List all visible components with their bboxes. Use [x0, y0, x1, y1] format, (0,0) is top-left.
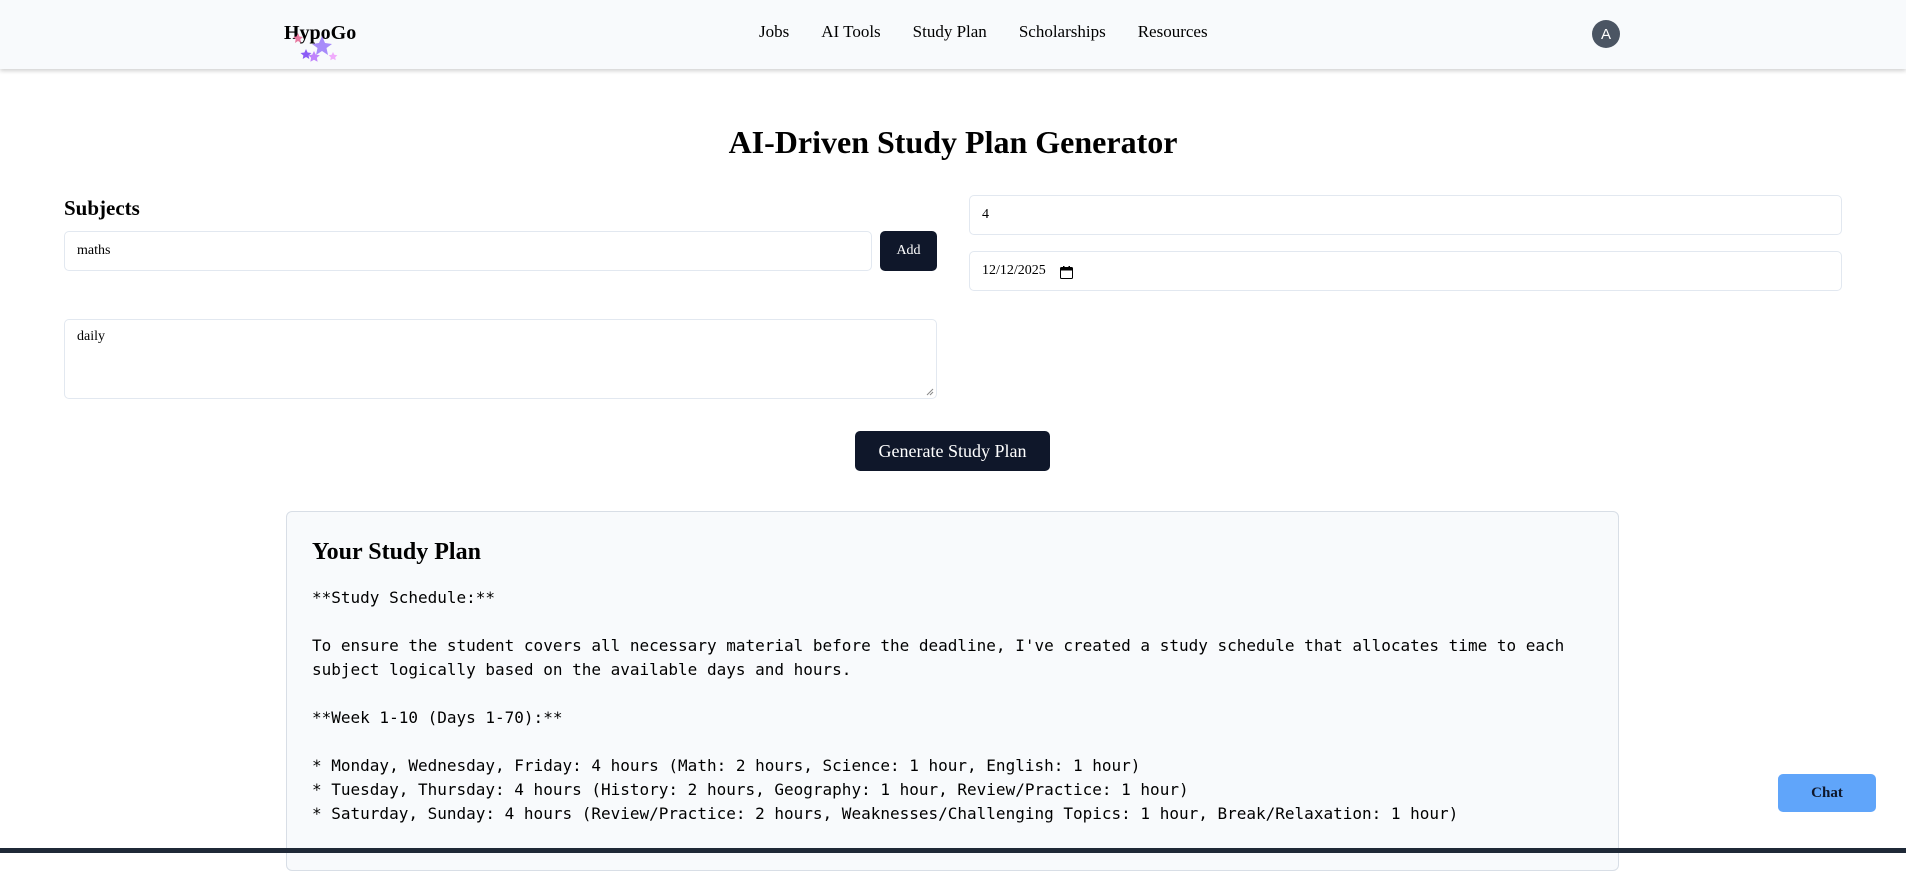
plan-line: * Saturday, Sunday: 4 hours (Review/Prac…	[312, 804, 1459, 823]
main-nav: Jobs AI Tools Study Plan Scholarships Re…	[759, 22, 1208, 42]
hours-input-value: 4	[982, 207, 989, 222]
nav-resources[interactable]: Resources	[1138, 22, 1208, 42]
notes-textarea[interactable]: daily	[64, 319, 937, 399]
nav-study-plan[interactable]: Study Plan	[913, 22, 987, 42]
plan-line: * Monday, Wednesday, Friday: 4 hours (Ma…	[312, 756, 1141, 775]
logo[interactable]: HypoGo	[284, 20, 374, 64]
deadline-date-input[interactable]: 12/12/2025	[969, 251, 1842, 291]
plan-line	[312, 730, 1564, 754]
generate-study-plan-button[interactable]: Generate Study Plan	[855, 431, 1050, 471]
user-avatar[interactable]: A	[1592, 20, 1620, 48]
subjects-heading: Subjects	[64, 196, 140, 220]
study-plan-card: Your Study Plan **Study Schedule:** To e…	[286, 511, 1619, 871]
nav-ai-tools[interactable]: AI Tools	[821, 22, 880, 42]
plan-line: **Week 1-10 (Days 1-70):**	[312, 708, 563, 727]
date-input-value: 12/12/2025	[982, 263, 1046, 278]
stars-icon	[293, 33, 338, 62]
chat-button[interactable]: Chat	[1778, 774, 1876, 812]
resize-handle-icon[interactable]	[926, 388, 934, 396]
plan-line: subject logically based on the available…	[312, 660, 852, 679]
plan-line: To ensure the student covers all necessa…	[312, 636, 1565, 655]
subject-input[interactable]: maths	[64, 231, 872, 271]
bottom-bar	[0, 848, 1906, 853]
plan-line: **Study Schedule:**	[312, 588, 496, 607]
plan-line	[312, 682, 1564, 706]
nav-jobs[interactable]: Jobs	[759, 22, 789, 42]
subject-input-value: maths	[77, 243, 111, 258]
top-navbar: HypoGo Jobs AI Tools Study Plan Scholars…	[0, 0, 1906, 69]
nav-scholarships[interactable]: Scholarships	[1019, 22, 1106, 42]
page-title: AI-Driven Study Plan Generator	[728, 124, 1178, 160]
notes-textarea-value: daily	[77, 329, 105, 344]
add-subject-button[interactable]: Add	[880, 231, 937, 271]
plan-line	[312, 610, 1564, 634]
study-plan-content: **Study Schedule:** To ensure the studen…	[312, 586, 1564, 826]
calendar-icon[interactable]	[1059, 265, 1073, 279]
plan-line: * Tuesday, Thursday: 4 hours (History: 2…	[312, 780, 1189, 799]
hours-input[interactable]: 4	[969, 195, 1842, 235]
study-plan-heading: Your Study Plan	[312, 539, 481, 565]
